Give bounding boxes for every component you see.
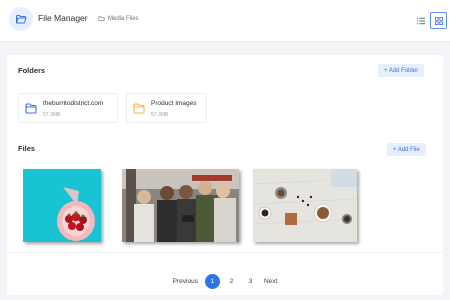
page-title: File Manager [38, 13, 88, 23]
file-manager-card: Folders + Add Folder theburritodistrict.… [7, 55, 443, 295]
folder-small-icon [98, 16, 105, 21]
app-header: File Manager Media Files [0, 0, 450, 42]
folder-size: 57.3MB [43, 112, 61, 118]
list-view-icon [416, 17, 425, 24]
files-heading: Files [18, 144, 36, 153]
folder-item[interactable]: Product Images 57.3MB [126, 93, 207, 123]
folder-name: theburritodistrict.com [43, 100, 104, 107]
folder-open-icon[interactable] [9, 7, 33, 31]
divider [7, 252, 443, 253]
add-file-button[interactable]: + Add File [387, 143, 426, 156]
folder-item[interactable]: theburritodistrict.com 57.3MB [18, 93, 118, 123]
list-view-button[interactable] [412, 12, 429, 29]
grid-view-icon [434, 16, 443, 25]
folders-heading: Folders [18, 66, 46, 75]
pagination-page-3[interactable]: 3 [243, 274, 258, 289]
breadcrumb-label: Media Files [108, 15, 139, 22]
folder-name: Product Images [151, 100, 197, 107]
pagination-previous[interactable]: Previous [173, 274, 198, 289]
group-people-image [122, 169, 239, 242]
folder-icon [133, 103, 145, 114]
folder-icon [25, 103, 37, 114]
pagination: Previous 1 2 3 Next [7, 274, 443, 289]
file-thumbnail[interactable] [23, 169, 101, 242]
strawberries-image [23, 169, 101, 242]
coffee-table-image [253, 169, 357, 242]
add-folder-button[interactable]: + Add Folder [378, 64, 425, 77]
breadcrumb[interactable]: Media Files [98, 15, 139, 22]
folder-size: 57.3MB [151, 112, 169, 118]
pagination-next[interactable]: Next [264, 274, 277, 289]
pagination-page-1[interactable]: 1 [204, 274, 220, 289]
pagination-page-2[interactable]: 2 [224, 274, 239, 289]
file-thumbnail[interactable] [253, 169, 357, 242]
file-thumbnail[interactable] [122, 169, 239, 242]
grid-view-button[interactable] [430, 12, 447, 29]
